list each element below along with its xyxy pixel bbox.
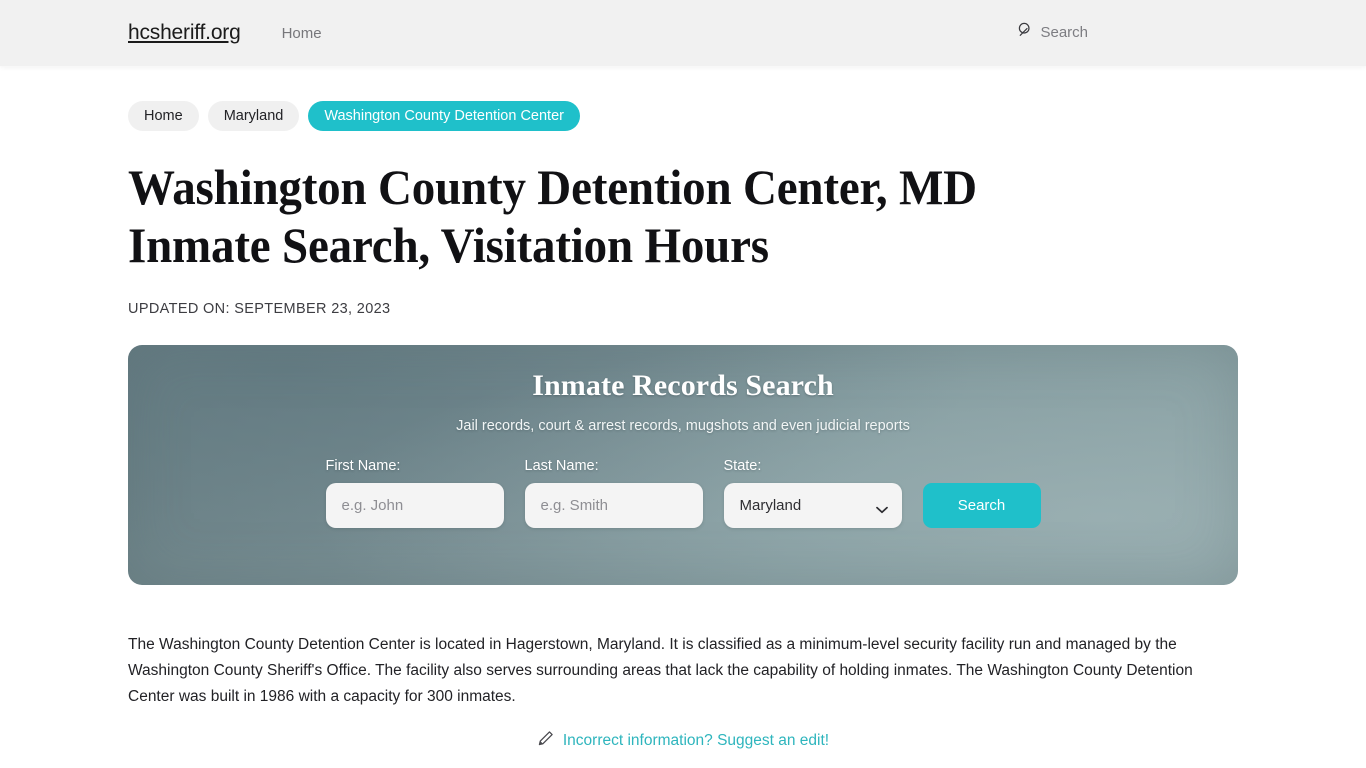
last-name-field-group: Last Name: — [524, 458, 703, 528]
search-submit-button[interactable]: Search — [922, 483, 1041, 528]
state-field-group: State: Maryland — [723, 458, 902, 528]
inmate-records-search-panel: Inmate Records Search Jail records, cour… — [128, 345, 1238, 585]
updated-on-text: UPDATED ON: SEPTEMBER 23, 2023 — [128, 301, 391, 317]
first-name-field-group: First Name: — [325, 458, 504, 528]
header-search-label: Search — [1040, 23, 1088, 41]
inmate-search-form: First Name: Last Name: State: Maryland — [128, 458, 1238, 528]
facility-description: The Washington County Detention Center i… — [128, 636, 1193, 705]
state-select[interactable]: Maryland — [723, 483, 902, 528]
state-label: State: — [723, 458, 762, 474]
page-container: Home Maryland Washington County Detentio… — [0, 66, 1366, 752]
site-brand[interactable]: hcsheriff.org — [128, 21, 241, 45]
first-name-input[interactable] — [325, 483, 504, 528]
nav-item-home[interactable]: Home — [282, 25, 322, 42]
search-icon — [1018, 22, 1033, 42]
suggest-edit-row: Incorrect information? Suggest an edit! — [128, 730, 1238, 752]
breadcrumb: Home Maryland Washington County Detentio… — [128, 66, 1238, 131]
last-name-input[interactable] — [524, 483, 703, 528]
search-panel-title: Inmate Records Search — [532, 369, 834, 402]
suggest-edit-link[interactable]: Incorrect information? Suggest an edit! — [563, 732, 829, 750]
header-search-trigger[interactable]: Search — [1018, 22, 1088, 42]
breadcrumb-item-current[interactable]: Washington County Detention Center — [308, 101, 580, 131]
breadcrumb-item-home[interactable]: Home — [128, 101, 199, 131]
last-name-label: Last Name: — [524, 458, 599, 474]
first-name-label: First Name: — [325, 458, 401, 474]
page-title: Washington County Detention Center, MD I… — [128, 159, 977, 273]
site-header: hcsheriff.org Home Search — [0, 0, 1366, 66]
search-panel-subtitle: Jail records, court & arrest records, mu… — [456, 418, 910, 434]
breadcrumb-item-maryland[interactable]: Maryland — [207, 101, 300, 131]
pencil-icon — [537, 730, 554, 752]
